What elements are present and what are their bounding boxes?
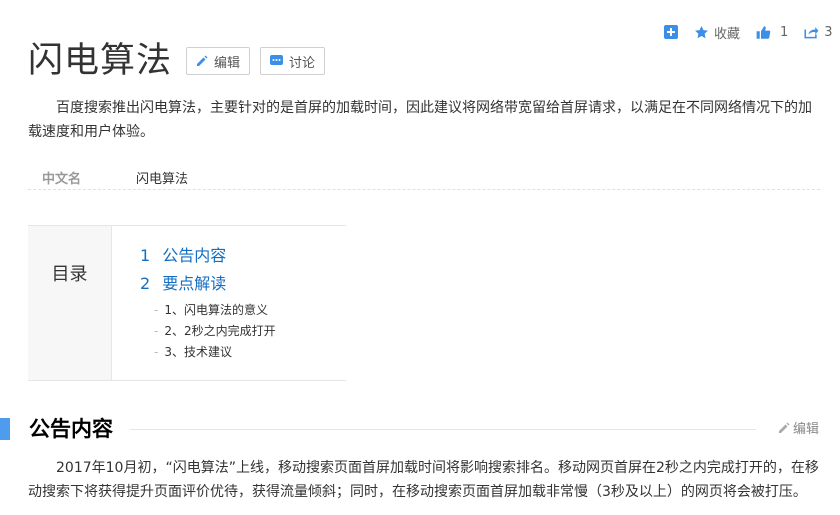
share-button[interactable]: 3 <box>796 22 840 42</box>
favorite-button[interactable]: 收藏 <box>686 22 748 42</box>
catalog-subitem[interactable]: -1、闪电算法的意义 <box>140 300 276 321</box>
section-title: 公告内容 <box>29 417 113 441</box>
catalog-label: 目录 <box>28 226 112 380</box>
section-edit-button[interactable]: 编辑 <box>778 418 819 437</box>
section-divider <box>130 429 756 430</box>
star-icon <box>695 25 708 38</box>
catalog-subitem[interactable]: -3、技术建议 <box>140 342 276 363</box>
edit-label: 编辑 <box>214 55 241 71</box>
edit-button[interactable]: 编辑 <box>186 47 251 75</box>
catalog-subitem[interactable]: -2、2秒之内完成打开 <box>140 321 276 342</box>
add-button[interactable] <box>662 22 686 42</box>
summary-paragraph: 百度搜索推出闪电算法，主要针对的是首屏的加载时间，因此建议将网络带宽留给首屏请求… <box>28 100 812 140</box>
like-button[interactable]: 1 <box>748 22 796 42</box>
pencil-icon <box>197 55 208 66</box>
page-title: 闪电算法 <box>28 41 173 81</box>
pencil-icon <box>779 422 790 433</box>
section-accent-bar <box>0 418 10 440</box>
catalog-item[interactable]: 1 公告内容 <box>140 242 276 270</box>
section-edit-label: 编辑 <box>793 422 820 437</box>
share-count: 3 <box>824 24 833 40</box>
thumbs-up-icon <box>756 25 771 39</box>
like-count: 1 <box>780 24 789 40</box>
discuss-button[interactable]: 讨论 <box>260 47 326 75</box>
catalog: 目录 1 公告内容 2 要点解读 -1、闪电算法的意义 -2、2秒之内完成打开 -3… <box>28 225 346 381</box>
basic-info-row: 中文名 闪电算法 <box>28 166 820 190</box>
share-icon <box>804 27 819 39</box>
info-value: 闪电算法 <box>136 172 189 187</box>
add-icon <box>664 25 678 39</box>
chat-icon <box>270 55 284 65</box>
info-key: 中文名 <box>42 172 82 187</box>
catalog-item[interactable]: 2 要点解读 <box>140 270 276 298</box>
discuss-label: 讨论 <box>289 55 316 71</box>
favorite-label: 收藏 <box>714 26 741 42</box>
section-paragraph: 2017年10月初，“闪电算法”上线，移动搜索页面首屏加载时间将影响搜索排名。移… <box>28 460 819 500</box>
title-row: 闪电算法 编辑 讨论 <box>28 38 326 84</box>
toolbar: 收藏 1 3 <box>662 22 840 42</box>
catalog-list: 1 公告内容 2 要点解读 -1、闪电算法的意义 -2、2秒之内完成打开 -3、技术… <box>112 226 276 380</box>
